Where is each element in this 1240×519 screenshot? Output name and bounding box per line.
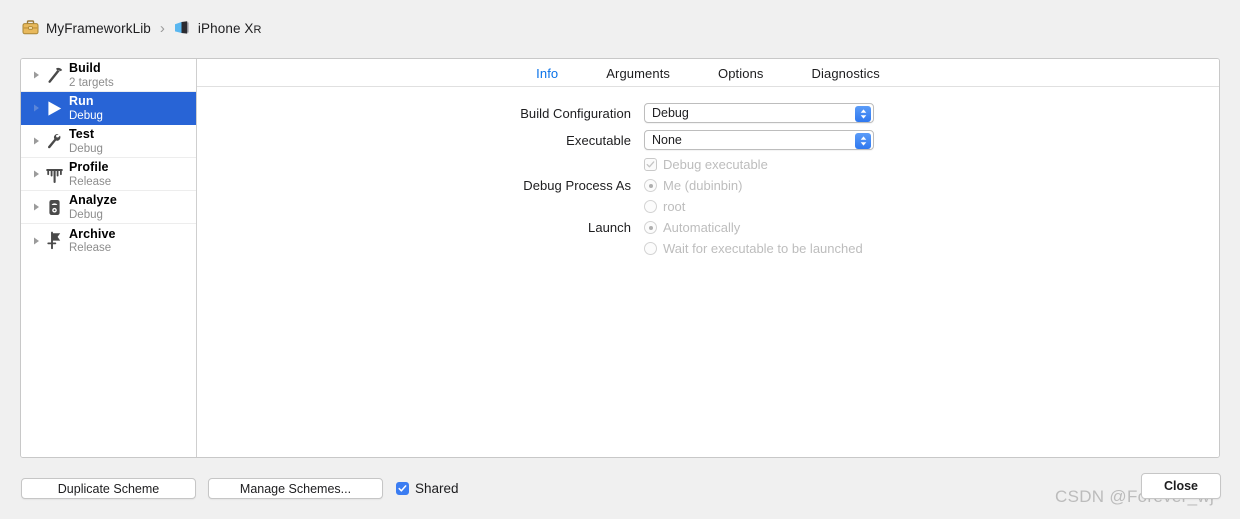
tab-arguments[interactable]: Arguments: [606, 66, 670, 81]
sidebar-item-profile-subtitle: Release: [69, 175, 112, 188]
sidebar-item-analyze-subtitle: Debug: [69, 208, 103, 221]
sidebar-item-run-subtitle: Debug: [69, 109, 103, 122]
sidebar-item-archive[interactable]: Archive Release: [21, 224, 196, 257]
executable-select[interactable]: None: [644, 130, 874, 150]
checkmark-icon: [644, 158, 657, 171]
sidebar-item-archive-subtitle: Release: [69, 242, 112, 255]
build-configuration-value: Debug: [652, 106, 689, 120]
field-build-configuration: Build Configuration Debug: [197, 103, 1219, 123]
sidebar-item-profile[interactable]: Profile Release: [21, 158, 196, 191]
debug-executable-checkbox[interactable]: Debug executable: [644, 157, 768, 172]
sidebar-item-archive-title: Archive: [69, 226, 116, 241]
breadcrumb-bar: MyFrameworkLib › iPhone XR: [0, 0, 1240, 57]
sidebar-item-test-subtitle: Debug: [69, 142, 103, 155]
tab-info[interactable]: Info: [536, 66, 558, 81]
sidebar-item-build[interactable]: Build 2 targets: [21, 59, 196, 92]
debug-process-as-option-root-label: root: [663, 199, 686, 214]
build-configuration-select[interactable]: Debug: [644, 103, 874, 123]
radio-empty-icon: [644, 200, 657, 213]
field-debug-process-as: Debug Process As Me (dubinbin): [197, 178, 1219, 193]
sidebar-item-analyze[interactable]: Analyze Debug: [21, 191, 196, 224]
duplicate-scheme-button[interactable]: Duplicate Scheme: [21, 478, 196, 499]
wrench-icon: [42, 132, 66, 151]
breadcrumb-separator-icon: ›: [159, 20, 165, 37]
manage-schemes-button[interactable]: Manage Schemes...: [208, 478, 383, 499]
sidebar-item-run[interactable]: Run Debug: [21, 92, 196, 125]
breadcrumb-project[interactable]: MyFrameworkLib: [22, 19, 151, 38]
tab-diagnostics[interactable]: Diagnostics: [812, 66, 880, 81]
build-configuration-label: Build Configuration: [520, 105, 631, 121]
radio-selected-icon: [644, 221, 657, 234]
chevron-right-icon[interactable]: [31, 203, 42, 211]
field-launch: Launch Automatically: [197, 220, 1219, 235]
sidebar-item-test-title: Test: [69, 127, 95, 142]
debug-executable-label: Debug executable: [663, 157, 768, 172]
gauge-icon: [42, 165, 66, 184]
debug-process-as-option-me-label: Me (dubinbin): [663, 178, 743, 193]
sidebar-item-build-title: Build: [69, 61, 101, 76]
field-debug-process-as-root: root: [197, 199, 1219, 214]
sidebar-item-analyze-title: Analyze: [69, 193, 117, 208]
breadcrumb-project-label: MyFrameworkLib: [46, 21, 151, 36]
radio-empty-icon: [644, 242, 657, 255]
pennant-icon: [42, 231, 66, 250]
field-launch-wait: Wait for executable to be launched: [197, 241, 1219, 256]
radio-selected-icon: [644, 179, 657, 192]
field-executable: Executable None: [197, 130, 1219, 150]
multimeter-icon: [42, 198, 66, 217]
executable-value: None: [652, 133, 682, 147]
debug-process-as-option-root[interactable]: root: [644, 199, 685, 214]
launch-option-automatically-label: Automatically: [663, 220, 741, 235]
play-icon: [42, 99, 66, 118]
iphone-device-icon: [174, 20, 191, 38]
debug-process-as-label: Debug Process As: [523, 178, 631, 193]
field-debug-executable: Debug executable: [197, 157, 1219, 172]
scheme-detail-content: Info Arguments Options Diagnostics Build…: [197, 59, 1219, 457]
launch-option-wait[interactable]: Wait for executable to be launched: [644, 241, 863, 256]
chevron-up-down-icon: [855, 105, 871, 122]
launch-option-wait-label: Wait for executable to be launched: [663, 241, 863, 256]
shared-label: Shared: [415, 481, 459, 496]
close-button[interactable]: Close: [1141, 473, 1221, 499]
chevron-up-down-icon: [855, 132, 871, 149]
hammer-icon: [42, 66, 66, 85]
chevron-right-icon[interactable]: [31, 137, 42, 145]
sidebar-item-run-title: Run: [69, 94, 94, 109]
checkmark-icon: [396, 482, 409, 495]
launch-option-automatically[interactable]: Automatically: [644, 220, 740, 235]
scheme-action-list: Build 2 targets Run Debug Test Debug Pro…: [21, 59, 197, 457]
shared-checkbox[interactable]: Shared: [396, 481, 459, 496]
chevron-right-icon[interactable]: [31, 170, 42, 178]
sidebar-item-test[interactable]: Test Debug: [21, 125, 196, 158]
sidebar-item-profile-title: Profile: [69, 160, 109, 175]
sidebar-item-build-subtitle: 2 targets: [69, 76, 114, 89]
chevron-right-icon[interactable]: [31, 104, 42, 112]
launch-label: Launch: [588, 220, 631, 235]
debug-process-as-option-me[interactable]: Me (dubinbin): [644, 178, 743, 193]
tab-bar: Info Arguments Options Diagnostics: [197, 59, 1219, 87]
briefcase-icon: [22, 19, 39, 38]
info-form: Build Configuration Debug Executable Non…: [197, 87, 1219, 256]
chevron-right-icon[interactable]: [31, 237, 42, 245]
breadcrumb-device-label: iPhone XR: [197, 21, 262, 36]
breadcrumb-device[interactable]: iPhone XR: [174, 20, 262, 38]
executable-label: Executable: [566, 132, 631, 148]
tab-options[interactable]: Options: [718, 66, 764, 81]
chevron-right-icon[interactable]: [31, 71, 42, 79]
scheme-editor-panel: Build 2 targets Run Debug Test Debug Pro…: [20, 58, 1220, 458]
